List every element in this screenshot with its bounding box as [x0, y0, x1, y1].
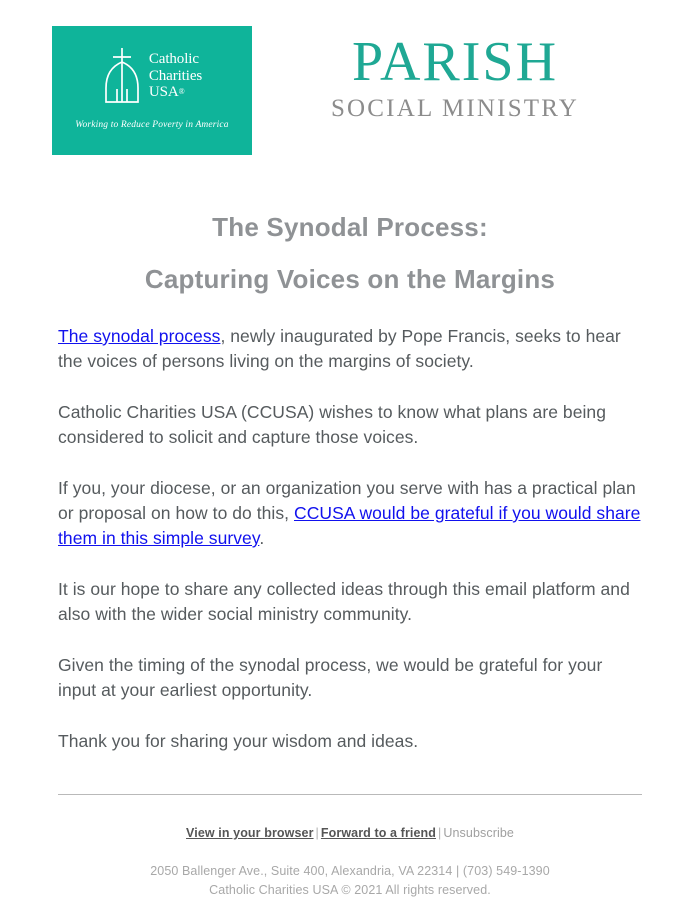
ccusa-wordmark: Catholic Charities USA® [149, 49, 202, 101]
psm-secondary-wordmark: SOCIAL MINISTRY [330, 95, 580, 122]
email-footer: View in your browser | Forward to a friend… [0, 795, 700, 900]
page-title: The Synodal Process: Capturing Voices on… [0, 182, 700, 294]
ccusa-wordmark-line2: Charities [148, 67, 203, 84]
footer-address-block: 2050 Ballenger Ave., Suite 400, Alexandr… [0, 862, 700, 900]
ccusa-lockup: Catholic Charities USA® [52, 46, 252, 104]
paragraph-3-after: . [259, 528, 265, 548]
psm-primary-wordmark: PARISH [351, 31, 559, 93]
footer-links: View in your browser | Forward to a friend… [0, 826, 700, 840]
unsubscribe-link[interactable]: Unsubscribe [443, 826, 514, 840]
parish-social-ministry-logo[interactable]: PARISH SOCIAL MINISTRY [330, 34, 580, 124]
footer-separator-1: | [315, 826, 319, 840]
paragraph-5: Given the timing of the synodal process,… [58, 655, 603, 700]
registered-trademark-icon: ® [178, 87, 185, 97]
email-header: Catholic Charities USA® Working to Reduc… [0, 0, 700, 182]
email-body: Catholic Charities USA® Working to Reduc… [0, 0, 700, 916]
ccusa-logo-block[interactable]: Catholic Charities USA® Working to Reduc… [52, 26, 252, 155]
forward-to-friend-link[interactable]: Forward to a friend [321, 826, 436, 840]
view-in-browser-link[interactable]: View in your browser [186, 826, 314, 840]
synodal-process-link[interactable]: The synodal process [58, 326, 220, 346]
ccusa-wordmark-line3: USA® [148, 84, 185, 101]
footer-copyright-line: Catholic Charities USA © 2021 All rights… [209, 883, 491, 897]
ccusa-wordmark-line1: Catholic [148, 51, 199, 68]
paragraph-6: Thank you for sharing your wisdom and id… [58, 731, 419, 751]
paragraph-4: It is our hope to share any collected id… [58, 579, 630, 624]
ccusa-tagline: Working to Reduce Poverty in America [75, 120, 229, 130]
title-line-2: Capturing Voices on the Margins [144, 264, 556, 294]
paragraph-2: Catholic Charities USA (CCUSA) wishes to… [58, 402, 606, 447]
title-line-1: The Synodal Process: [212, 212, 488, 242]
email-body-copy: The synodal process, newly inaugurated b… [0, 324, 700, 754]
footer-address-line: 2050 Ballenger Ave., Suite 400, Alexandr… [150, 864, 550, 878]
paragraph-3: If you, your diocese, or an organization… [58, 476, 642, 551]
catholic-charities-cross-bell-mark-icon [105, 48, 139, 103]
paragraph-1: The synodal process, newly inaugurated b… [58, 324, 642, 374]
